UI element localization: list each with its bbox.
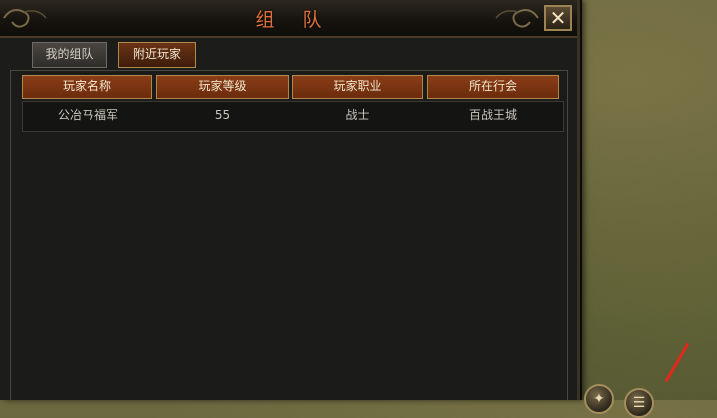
- table-row[interactable]: 公冶ㄢ福军 55 战士 百战王城: [22, 101, 564, 132]
- title-bar[interactable]: 组队 ✕: [0, 0, 577, 38]
- skill-icon[interactable]: ✦: [584, 384, 614, 414]
- tab-nearby-players[interactable]: 附近玩家: [118, 42, 196, 68]
- team-window: 组队 ✕ 我的组队 附近玩家 玩家名称 玩家等级 玩家职业 所在行会 公冶ㄢ福军…: [0, 0, 580, 400]
- window-title: 组队: [255, 9, 350, 31]
- tab-my-team[interactable]: 我的组队: [32, 42, 107, 68]
- column-header-player-level[interactable]: 玩家等级: [156, 75, 289, 99]
- column-header-player-name[interactable]: 玩家名称: [22, 75, 152, 99]
- player-name-cell: 公冶ㄢ福军: [57, 108, 118, 122]
- guild-cell: 百战王城: [468, 108, 517, 122]
- red-arrow-icon: [664, 342, 690, 383]
- player-level-cell: 55: [214, 108, 231, 122]
- close-icon[interactable]: ✕: [544, 5, 572, 31]
- round-menu-icon[interactable]: ☰: [624, 388, 654, 418]
- column-header-guild[interactable]: 所在行会: [427, 75, 559, 99]
- ornament-icon: [495, 9, 539, 28]
- player-class-cell: 战士: [345, 108, 370, 122]
- column-header-player-class[interactable]: 玩家职业: [292, 75, 423, 99]
